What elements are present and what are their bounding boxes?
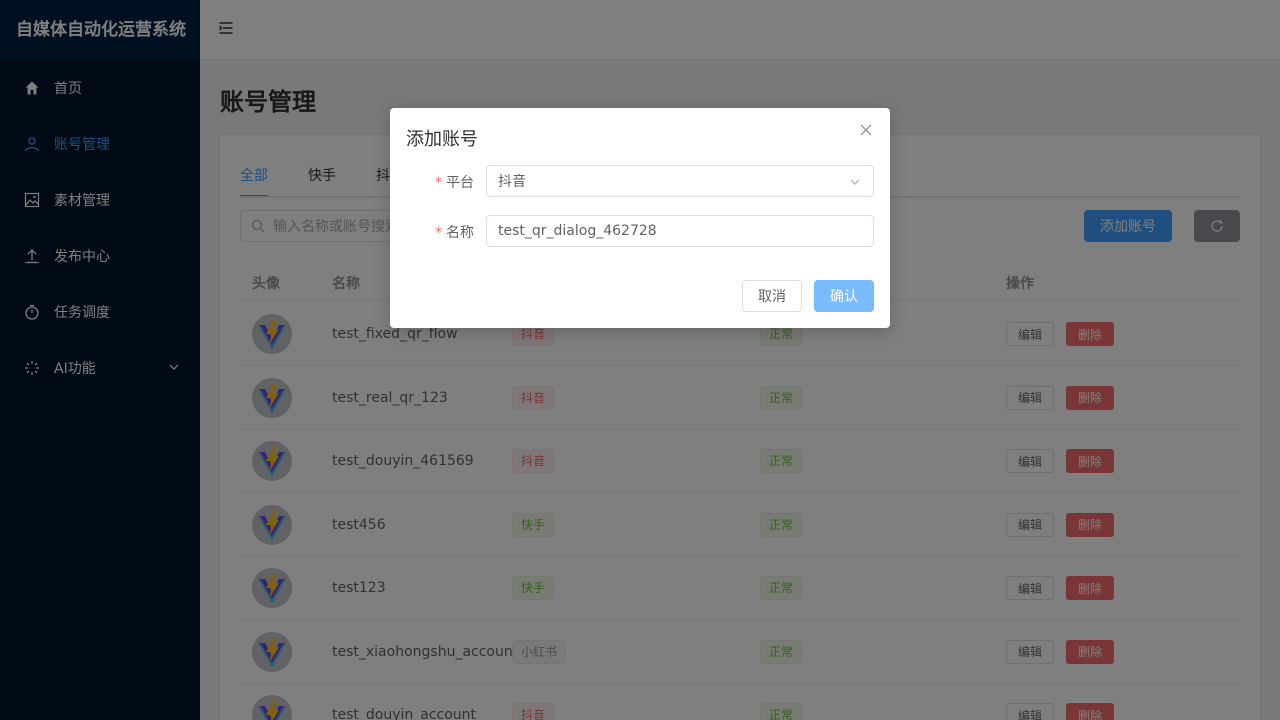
platform-select[interactable]: 抖音 bbox=[486, 165, 874, 197]
name-input-value: test_qr_dialog_462728 bbox=[498, 223, 657, 239]
dialog-title: 添加账号 bbox=[406, 129, 478, 150]
name-input[interactable]: test_qr_dialog_462728 bbox=[486, 215, 874, 247]
name-label: * 名称 bbox=[410, 222, 474, 242]
platform-label: * 平台 bbox=[410, 172, 474, 192]
add-account-dialog: 添加账号 * 平台 抖音 * 名称 test_qr_dialog_462728 取消… bbox=[390, 108, 890, 328]
close-icon[interactable] bbox=[858, 122, 874, 138]
platform-label-text: 平台 bbox=[446, 175, 474, 191]
required-mark: * bbox=[435, 225, 442, 241]
required-mark: * bbox=[435, 175, 442, 191]
platform-select-value: 抖音 bbox=[498, 174, 526, 190]
chevron-down-icon bbox=[850, 179, 860, 185]
name-label-text: 名称 bbox=[446, 225, 474, 241]
cancel-button[interactable]: 取消 bbox=[742, 280, 802, 312]
confirm-button[interactable]: 确认 bbox=[814, 280, 874, 312]
